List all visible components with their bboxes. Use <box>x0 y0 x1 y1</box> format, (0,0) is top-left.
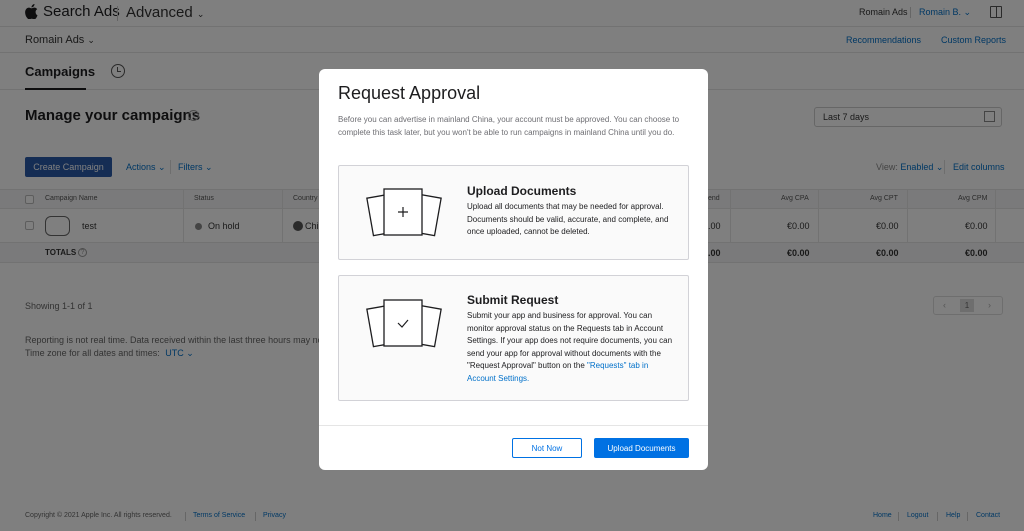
request-approval-dialog: Request Approval Before you can advertis… <box>319 69 708 470</box>
upload-card-text: Upload all documents that may be needed … <box>467 202 669 236</box>
dialog-title: Request Approval <box>338 83 481 103</box>
upload-card-title: Upload Documents <box>467 184 577 198</box>
upload-documents-card[interactable]: Upload Documents Upload all documents th… <box>338 165 689 260</box>
documents-plus-icon <box>366 188 442 237</box>
submit-request-card[interactable]: Submit Request Submit your app and busin… <box>338 275 689 401</box>
submit-card-text: Submit your app and business for approva… <box>467 310 677 385</box>
upload-documents-button[interactable]: Upload Documents <box>594 438 689 458</box>
documents-check-icon <box>366 299 442 348</box>
submit-card-title: Submit Request <box>467 293 559 307</box>
not-now-button[interactable]: Not Now <box>512 438 582 458</box>
dialog-description: Before you can advertise in mainland Chi… <box>338 115 680 137</box>
divider <box>319 425 708 426</box>
